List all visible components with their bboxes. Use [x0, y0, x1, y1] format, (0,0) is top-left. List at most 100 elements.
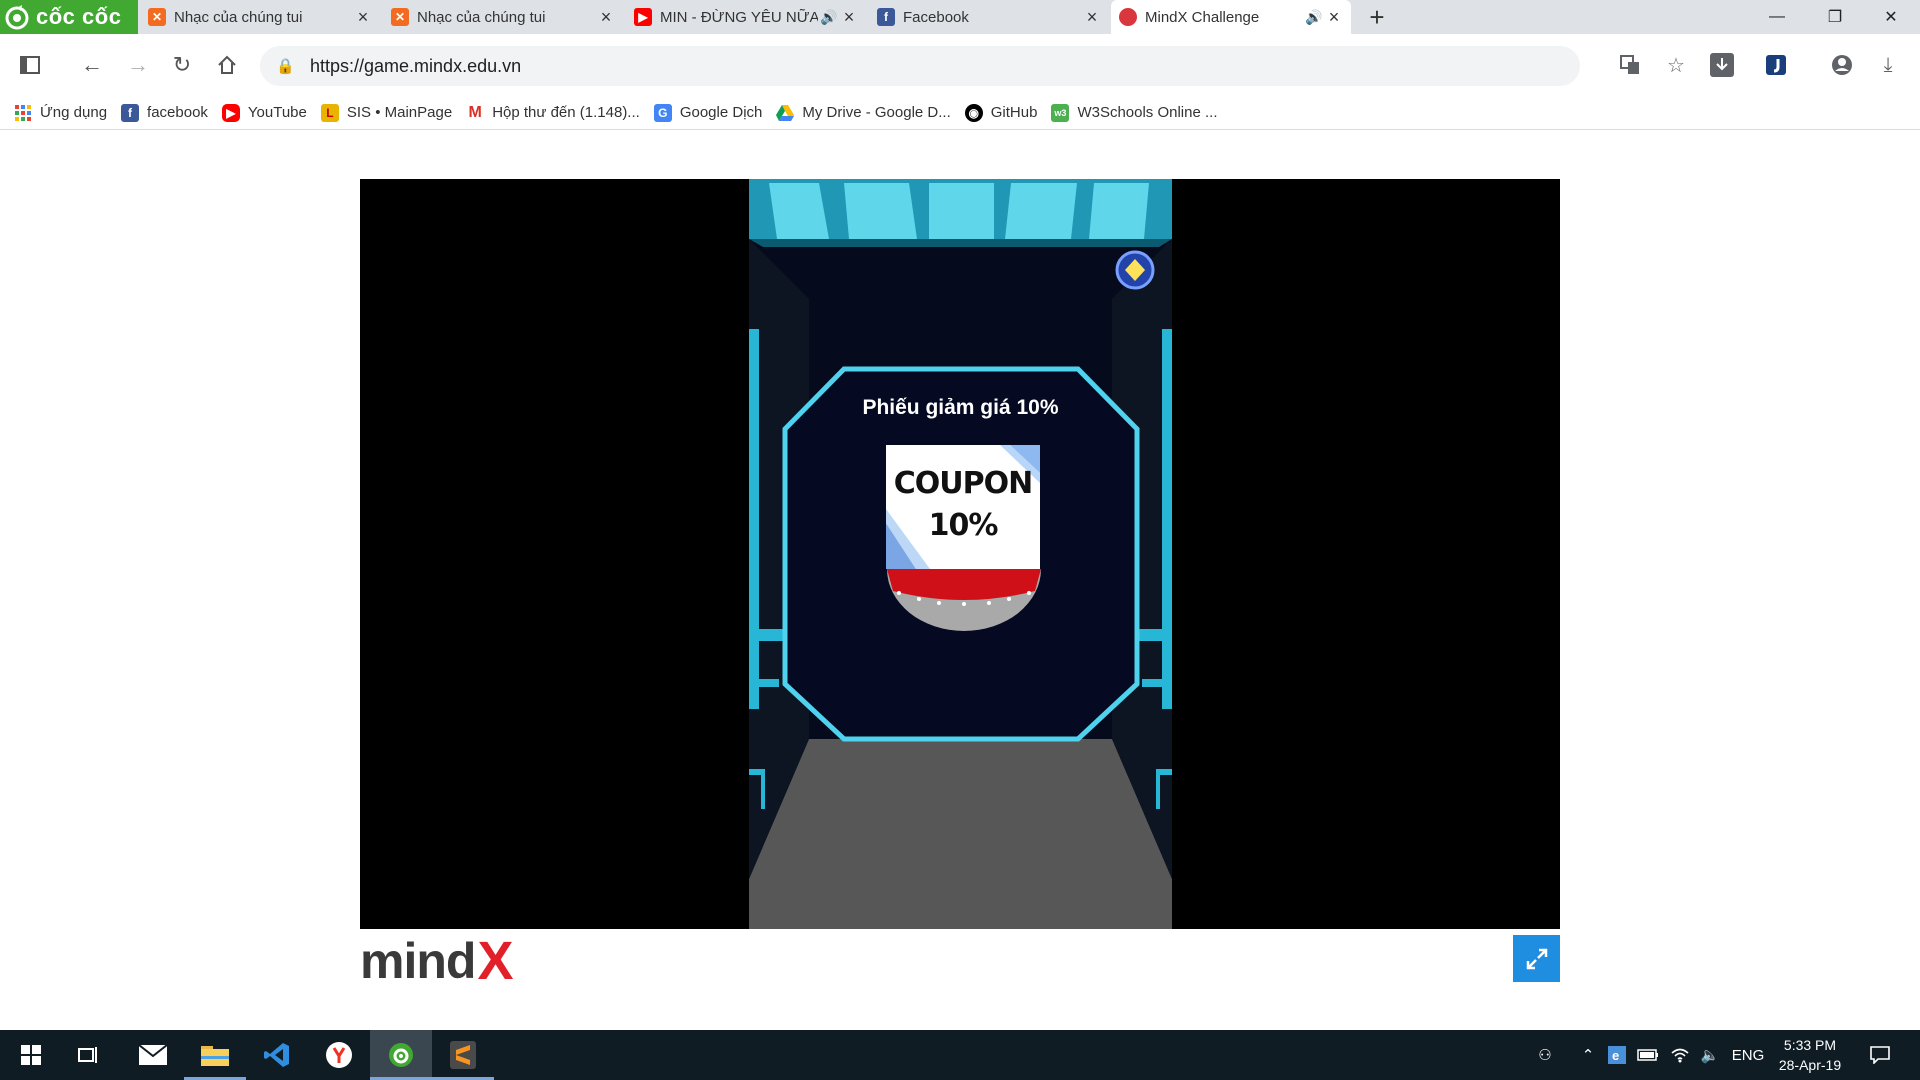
tab-title: Facebook	[903, 8, 969, 26]
taskbar-sublime[interactable]	[432, 1030, 494, 1080]
restore-button[interactable]: ❐	[1806, 0, 1864, 34]
mail-icon	[139, 1045, 167, 1065]
bookmarks-bar: Ứng dụng f facebook ▶ YouTube L SIS • Ma…	[0, 96, 1920, 130]
bookmark-label: GitHub	[990, 104, 1038, 121]
bookmark-label: SIS • MainPage	[346, 104, 453, 121]
reload-button[interactable]: ↻	[166, 49, 198, 81]
bookmark-google-translate[interactable]: G Google Dịch	[653, 103, 763, 122]
lock-icon: 🔒	[276, 58, 295, 75]
bookmark-gmail[interactable]: M Hộp thư đến (1.148)...	[466, 103, 640, 122]
volume-indicator[interactable]: 🔈	[1696, 1030, 1724, 1080]
taskbar-mail[interactable]	[122, 1030, 184, 1080]
sidebar-icon	[20, 56, 40, 74]
task-view-icon	[78, 1047, 97, 1063]
xampp-icon: ✕	[148, 8, 166, 26]
chevron-up-icon: ⌃	[1581, 1047, 1595, 1064]
tab-youtube-music[interactable]: ▶ MIN - ĐỪNG YÊU NỮA 🔊 ×	[626, 0, 866, 34]
taskbar-file-explorer[interactable]	[184, 1030, 246, 1080]
w3schools-icon: w3	[1051, 103, 1070, 122]
language-indicator[interactable]: ENG	[1728, 1030, 1768, 1080]
new-tab-button[interactable]: +	[1362, 0, 1392, 34]
savior-download-button[interactable]	[1706, 49, 1738, 81]
taskbar-coccoc[interactable]	[370, 1030, 432, 1080]
sis-icon: L	[320, 103, 339, 122]
bookmark-facebook[interactable]: f facebook	[121, 103, 208, 122]
bookmark-label: Ứng dụng	[40, 104, 108, 121]
logo-x: X	[477, 931, 514, 991]
translate-button[interactable]	[1614, 49, 1646, 81]
tab-strip: cốc cốc ✕ Nhạc của chúng tui × ✕ Nhạc củ…	[0, 0, 1920, 34]
bookmark-google-drive[interactable]: My Drive - Google D...	[776, 104, 951, 121]
svg-text:e: e	[1612, 1048, 1619, 1063]
coccoc-brand[interactable]: cốc cốc	[0, 0, 138, 34]
back-button[interactable]: ←	[76, 49, 108, 81]
tray-ie-button[interactable]: e	[1604, 1030, 1630, 1080]
bookmark-github[interactable]: ◉ GitHub	[964, 103, 1038, 122]
people-button[interactable]: ⚇	[1530, 1030, 1560, 1080]
tab-nhac-2[interactable]: ✕ Nhạc của chúng tui ×	[383, 0, 623, 34]
clock-time: 5:33 PM	[1783, 1037, 1837, 1053]
facebook-icon: f	[121, 103, 140, 122]
bookmark-w3schools[interactable]: w3 W3Schools Online ...	[1051, 103, 1218, 122]
start-button[interactable]	[0, 1030, 62, 1080]
bookmark-apps[interactable]: Ứng dụng	[14, 104, 107, 122]
tab-facebook[interactable]: f Facebook ×	[869, 0, 1109, 34]
coupon-line1: COUPON	[893, 466, 1033, 501]
game-stage[interactable]: Phiếu giảm giá 10% COUPON 10%	[749, 179, 1172, 929]
reload-icon: ↻	[172, 52, 192, 77]
url-text[interactable]: https://game.mindx.edu.vn	[310, 56, 521, 77]
taskbar-yandex[interactable]	[308, 1030, 370, 1080]
windows-taskbar: ⚇ ⌃ e 🔈 ENG 5:33 PM 28-Apr-19	[0, 1030, 1920, 1080]
tab-mindx-challenge[interactable]: MindX Challenge 🔊 ×	[1111, 0, 1351, 34]
battery-indicator[interactable]	[1634, 1030, 1662, 1080]
downloads-button[interactable]: ⤓	[1872, 49, 1904, 81]
game-canvas[interactable]: Phiếu giảm giá 10% COUPON 10%	[360, 179, 1560, 929]
forward-button[interactable]: →	[122, 49, 154, 81]
wifi-indicator[interactable]	[1666, 1030, 1694, 1080]
home-button[interactable]	[211, 49, 243, 81]
bookmark-label: facebook	[147, 104, 208, 121]
bookmark-star-button[interactable]: ☆	[1660, 49, 1692, 81]
close-window-button[interactable]: ✕	[1862, 0, 1920, 34]
wifi-icon	[1671, 1048, 1689, 1063]
folder-icon	[201, 1046, 229, 1066]
close-icon[interactable]: ×	[597, 7, 615, 28]
github-icon: ◉	[964, 103, 983, 122]
arrow-right-icon: →	[127, 52, 149, 77]
bookmark-label: Google Dịch	[679, 104, 763, 121]
task-view-button[interactable]	[58, 1030, 120, 1080]
mindx-logo[interactable]: mind X	[360, 931, 514, 991]
bookmark-label: W3Schools Online ...	[1077, 104, 1218, 121]
close-icon[interactable]: ×	[354, 7, 372, 28]
close-icon[interactable]: ×	[1325, 7, 1343, 28]
profile-button[interactable]	[1826, 49, 1858, 81]
bookmark-label: Hộp thư đến (1.148)...	[492, 104, 640, 121]
action-center-button[interactable]	[1862, 1030, 1898, 1080]
speaker-icon[interactable]: 🔊	[1303, 9, 1325, 26]
windows-logo-icon	[21, 1045, 41, 1065]
sidebar-toggle-button[interactable]	[14, 49, 46, 81]
coccoc-logo-icon	[389, 1043, 413, 1067]
extension-button[interactable]	[1760, 49, 1792, 81]
bookmark-youtube[interactable]: ▶ YouTube	[221, 103, 307, 122]
mindx-icon	[1119, 8, 1137, 26]
speaker-icon[interactable]: 🔊	[818, 9, 840, 26]
tab-nhac-1[interactable]: ✕ Nhạc của chúng tui ×	[140, 0, 380, 34]
address-bar[interactable]: 🔒 https://game.mindx.edu.vn	[260, 46, 1580, 86]
show-hidden-icons-button[interactable]: ⌃	[1574, 1030, 1602, 1080]
coupon-label: COUPON 10%	[886, 463, 1040, 547]
coupon-card: COUPON 10%	[886, 445, 1040, 569]
bookmark-label: My Drive - Google D...	[802, 104, 951, 121]
minimize-button[interactable]: —	[1748, 0, 1806, 34]
taskbar-vscode[interactable]	[246, 1030, 308, 1080]
extension-icon	[1766, 55, 1786, 75]
bookmark-sis[interactable]: L SIS • MainPage	[320, 103, 453, 122]
expand-icon	[1526, 948, 1547, 969]
close-icon[interactable]: ×	[1083, 7, 1101, 28]
system-clock[interactable]: 5:33 PM 28-Apr-19	[1768, 1030, 1852, 1080]
fullscreen-button[interactable]	[1513, 935, 1560, 982]
close-icon[interactable]: ×	[840, 7, 858, 28]
sublime-text-icon	[450, 1041, 476, 1069]
google-translate-icon: G	[653, 103, 672, 122]
account-icon	[1832, 55, 1852, 75]
